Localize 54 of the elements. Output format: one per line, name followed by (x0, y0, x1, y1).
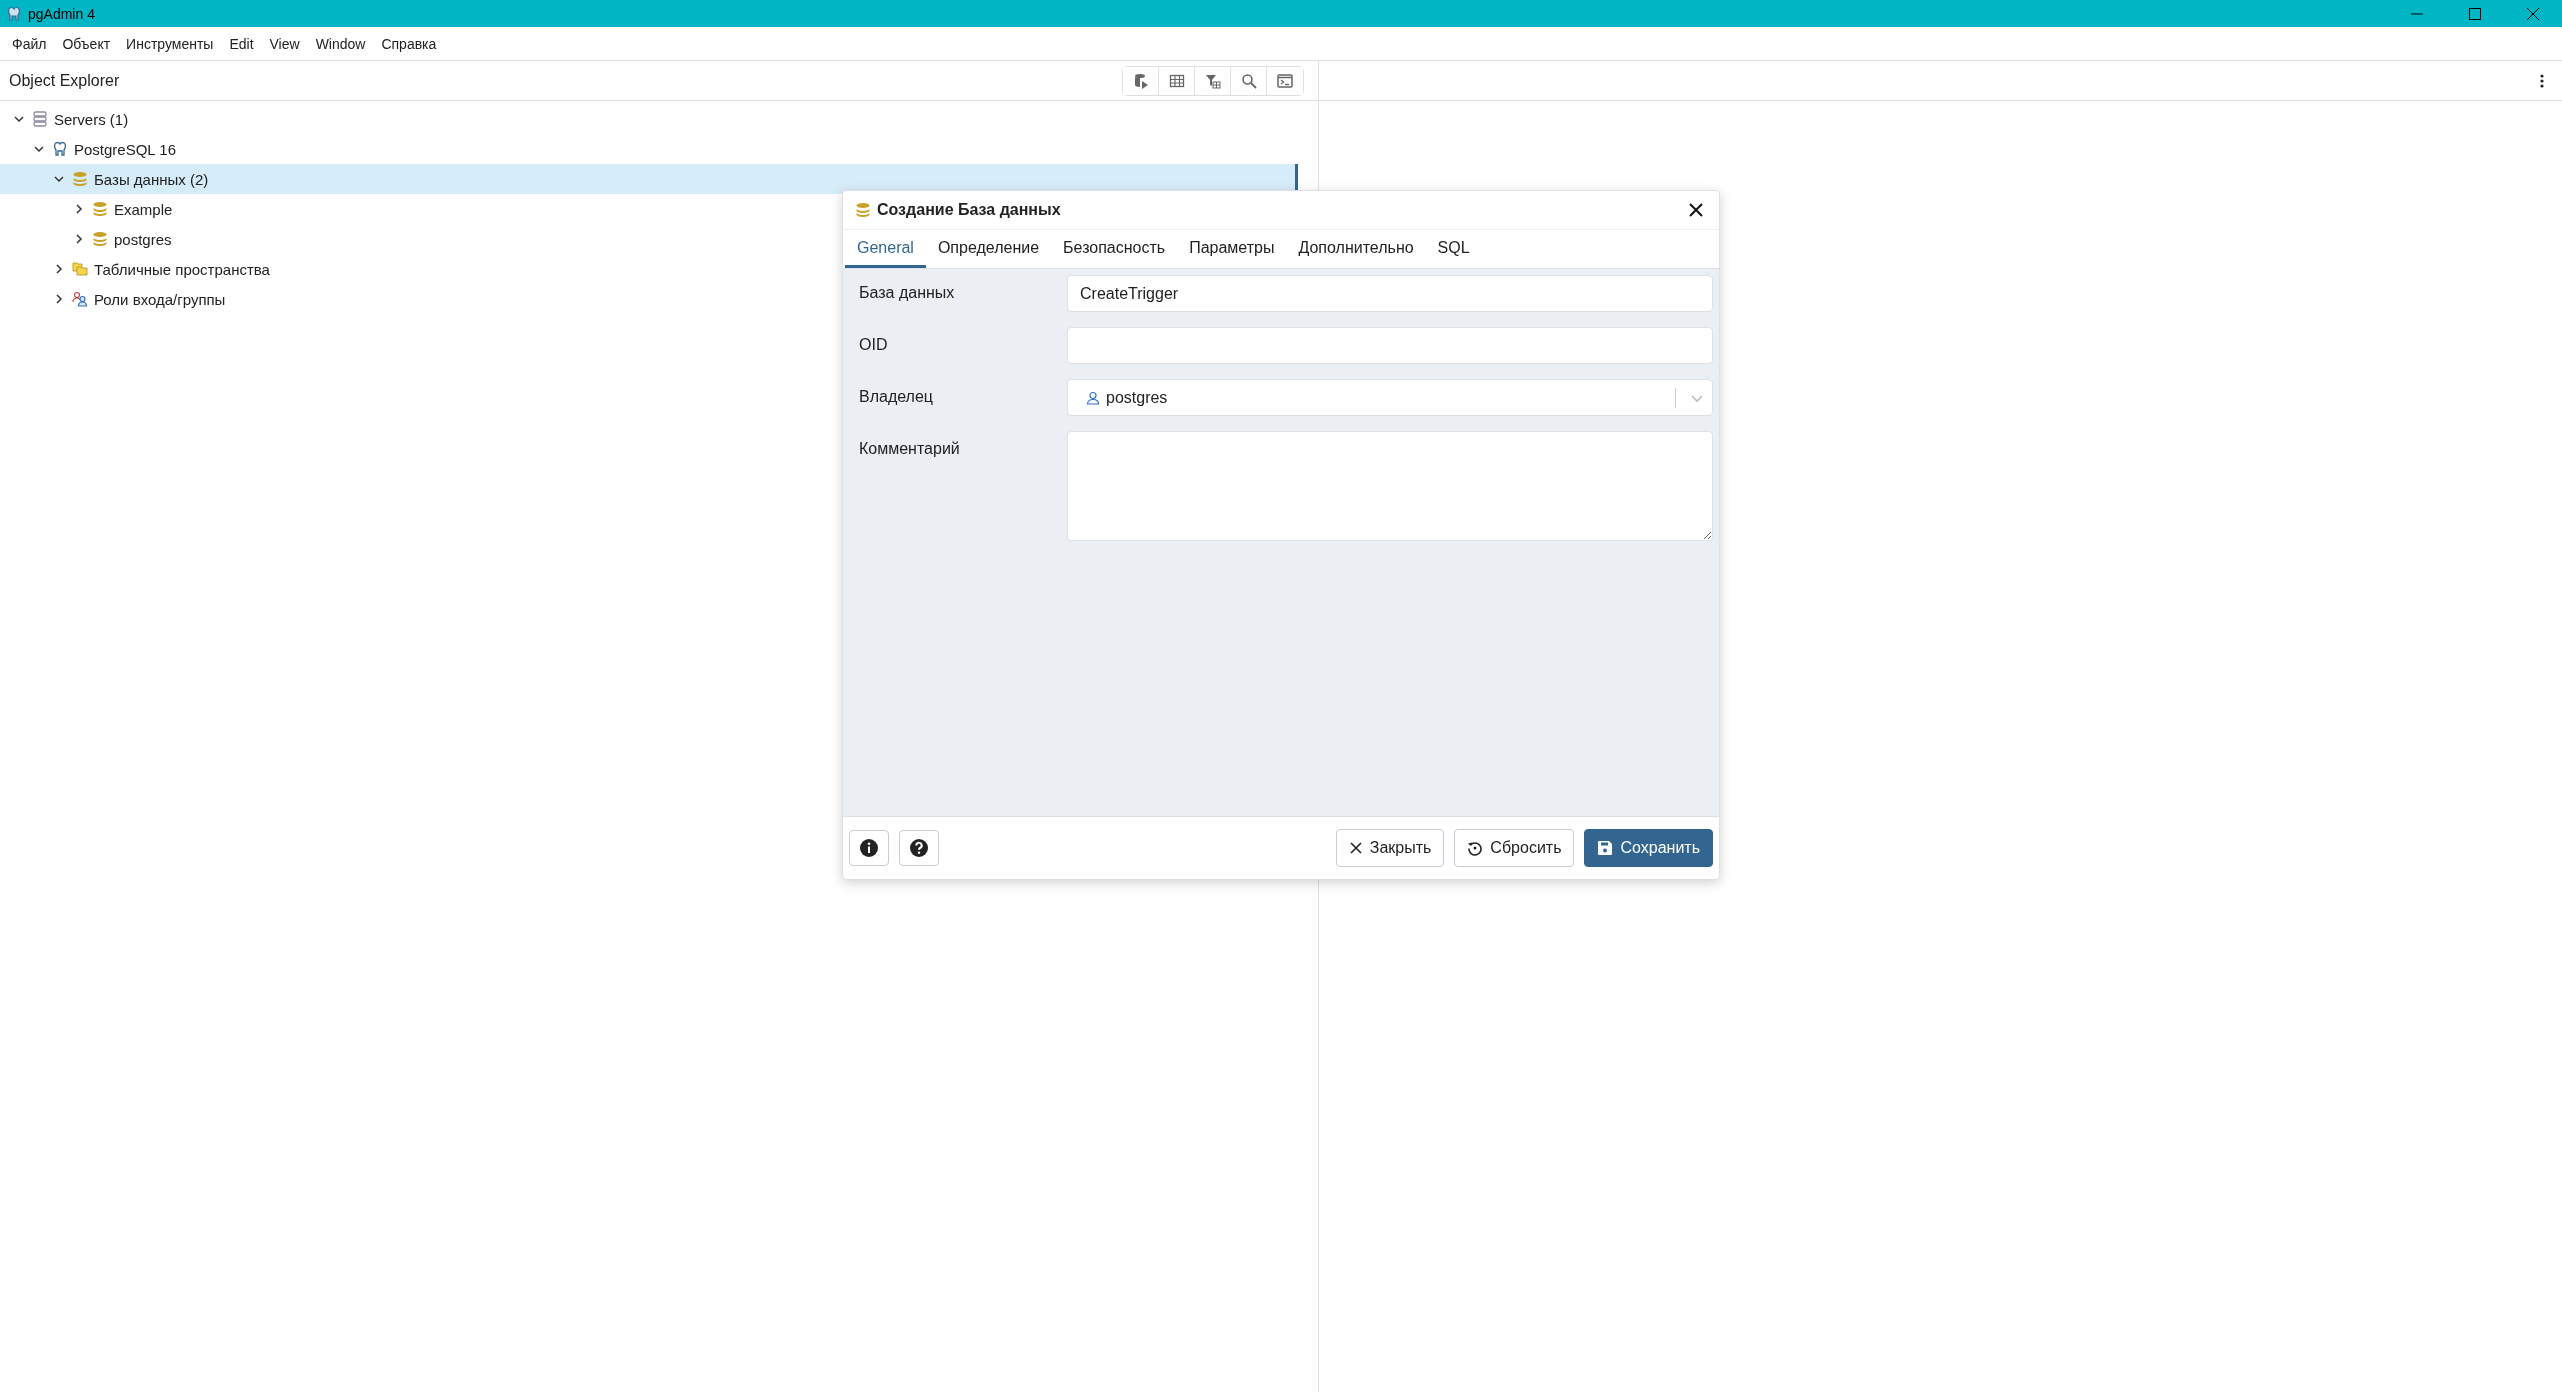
search-icon (1240, 72, 1257, 89)
menu-item[interactable]: Инструменты (118, 31, 222, 56)
help-button[interactable] (899, 830, 939, 866)
field-label: Комментарий (859, 439, 961, 458)
field-label: База данных (859, 283, 956, 302)
tab[interactable]: SQL (1425, 230, 1482, 268)
tab[interactable]: Безопасность (1051, 230, 1178, 268)
database-icon (92, 201, 108, 217)
users-icon (72, 291, 88, 307)
save-button[interactable]: Сохранить (1584, 829, 1713, 867)
comment-field[interactable] (1067, 431, 1713, 541)
menu-item[interactable]: Window (307, 31, 374, 56)
tab[interactable]: Параметры (1177, 230, 1287, 268)
owner-select[interactable]: postgres (1067, 379, 1713, 416)
dialog-title: Создание База данных (877, 201, 1062, 219)
more-icon[interactable] (2540, 73, 2544, 88)
database-play-button[interactable] (1123, 66, 1159, 95)
close-icon (1348, 841, 1363, 855)
terminal-icon (1277, 72, 1293, 89)
user-icon (1086, 390, 1100, 405)
database-play-icon (1132, 72, 1149, 89)
tab[interactable]: Определение (925, 230, 1052, 268)
field-label: OID (859, 335, 889, 354)
menu-item[interactable]: Файл (4, 31, 55, 56)
server-stack-icon (32, 111, 48, 127)
menu-item[interactable]: Справка (373, 31, 445, 56)
close-button[interactable]: Закрыть (1335, 829, 1445, 867)
menu-item[interactable]: View (261, 31, 308, 56)
info-icon (859, 838, 879, 858)
text-field[interactable]: CreateTrigger (1067, 275, 1713, 312)
panel-title: Object Explorer (9, 71, 120, 90)
help-icon (909, 838, 929, 858)
info-button[interactable] (849, 830, 889, 866)
menu-item[interactable]: Объект (54, 31, 119, 56)
folders-icon (72, 261, 88, 277)
menu-item[interactable]: Edit (221, 31, 262, 56)
reset-button[interactable]: Сбросить (1454, 829, 1575, 867)
close-icon (2527, 7, 2539, 20)
field-label: Владелец (859, 387, 934, 406)
database-icon (855, 202, 871, 218)
text-field[interactable] (1067, 327, 1713, 364)
save-icon (1597, 840, 1614, 856)
database-icon (92, 231, 108, 247)
filter-table-icon (1204, 72, 1221, 89)
tree-item[interactable]: Servers (1) (0, 104, 1298, 134)
tab[interactable]: Дополнительно (1286, 230, 1426, 268)
close-icon (1689, 203, 1703, 217)
window-title: pgAdmin 4 (28, 5, 96, 22)
database-icon (72, 171, 88, 187)
maximize-icon (2469, 7, 2481, 20)
tree-item[interactable]: Базы данных (2) (0, 164, 1298, 194)
table-icon (1168, 72, 1185, 89)
reset-icon (1467, 840, 1484, 856)
tree-item[interactable]: PostgreSQL 16 (0, 134, 1298, 164)
